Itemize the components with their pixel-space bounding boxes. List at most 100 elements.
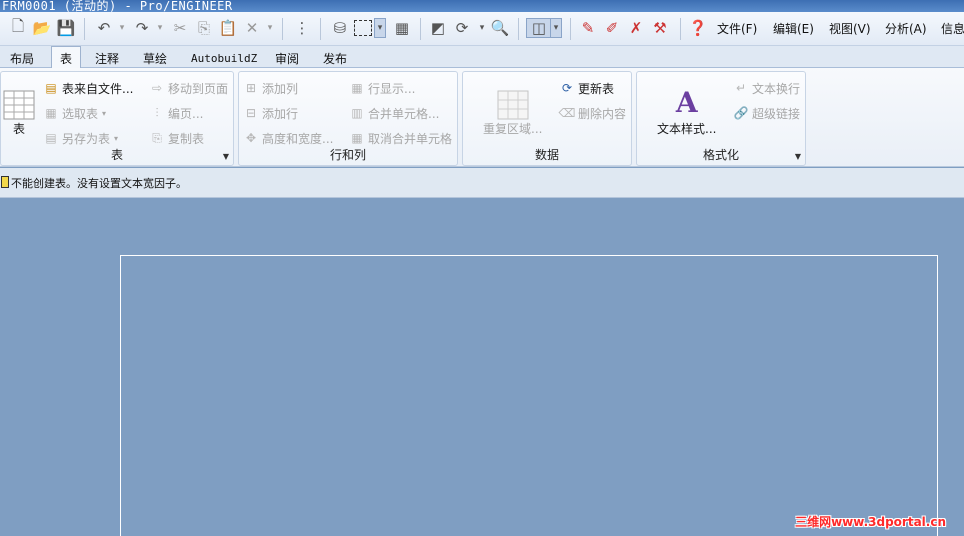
group-rows-columns-title: 行和列 bbox=[329, 148, 366, 162]
copy-table-label: 复制表 bbox=[168, 131, 205, 146]
wrap-text-button[interactable]: ↵ 文本换行 bbox=[733, 77, 800, 99]
paginate-label: 编页... bbox=[168, 106, 204, 121]
delete-content-button[interactable]: ⌫ 删除内容 bbox=[558, 102, 627, 124]
toolbar-separator bbox=[518, 18, 519, 40]
save-as-table-label: 另存为表 bbox=[62, 131, 111, 146]
repaint-icon[interactable]: ◩ bbox=[428, 18, 448, 38]
repeat-region-button[interactable]: 重复区域... bbox=[483, 90, 542, 137]
menu-view[interactable]: 视图(V) bbox=[829, 20, 871, 37]
add-column-button[interactable]: ⊞ 添加列 bbox=[243, 77, 298, 99]
select-filter-icon[interactable]: ▦ bbox=[392, 18, 412, 38]
model-tree-icon[interactable]: ⋮ bbox=[292, 18, 312, 38]
erase-icon[interactable]: ✎ bbox=[578, 18, 598, 38]
find-binoculars-icon[interactable]: ⛁ bbox=[330, 18, 350, 38]
warning-icon bbox=[1, 176, 9, 188]
open-folder-icon[interactable]: 📂 bbox=[32, 18, 52, 38]
repeat-region-icon bbox=[497, 90, 529, 120]
select-table-button[interactable]: ▦ 选取表 ▾ bbox=[43, 102, 106, 124]
wrap-text-label: 文本换行 bbox=[752, 81, 801, 96]
merge-cells-label: 合并单元格... bbox=[368, 106, 440, 121]
hyperlink-button[interactable]: 🔗 超级链接 bbox=[733, 102, 801, 124]
drawing-sheet-border bbox=[120, 255, 938, 536]
table-from-file-label: 表来自文件... bbox=[62, 81, 134, 96]
redo-icon[interactable]: ↷ bbox=[132, 18, 152, 38]
height-width-icon: ✥ bbox=[245, 131, 257, 145]
add-row-label: 添加行 bbox=[262, 106, 299, 121]
tab-publish[interactable]: 发布 bbox=[323, 49, 347, 68]
add-row-button[interactable]: ⊟ 添加行 bbox=[243, 102, 298, 124]
repeat-region-label: 重复区域... bbox=[483, 122, 543, 136]
menu-analysis[interactable]: 分析(A) bbox=[885, 20, 927, 37]
display-style-icon[interactable]: ◫ bbox=[526, 18, 552, 38]
toolbar-separator bbox=[420, 18, 421, 40]
paste-icon[interactable]: 📋 bbox=[218, 18, 238, 38]
paginate-button[interactable]: ⫶ 编页... bbox=[149, 102, 203, 124]
drawing-canvas[interactable]: 三维网www.3dportal.cn bbox=[0, 199, 964, 536]
title-bar: FRM0001 (活动的) - Pro/ENGINEER bbox=[0, 0, 964, 12]
tab-layout[interactable]: 布局 bbox=[10, 49, 34, 68]
row-display-button[interactable]: ▦ 行显示... bbox=[349, 77, 415, 99]
delete-dropdown-icon[interactable]: ▾ bbox=[260, 18, 280, 38]
show-annotations-icon[interactable]: ✐ bbox=[602, 18, 622, 38]
move-to-page-label: 移动到页面 bbox=[168, 81, 229, 96]
redo-dropdown-icon[interactable]: ▾ bbox=[150, 18, 170, 38]
ribbon: 表 ▤ 表来自文件... ▦ 选取表 ▾ ▤ 另存为表 ▾ ⇨ 移动到页面 ⫶ … bbox=[0, 68, 964, 167]
box-select-icon[interactable] bbox=[354, 20, 372, 36]
copy-icon[interactable]: ⎘ bbox=[194, 18, 214, 38]
text-style-button[interactable]: A 文本样式... bbox=[657, 86, 716, 137]
text-style-label: 文本样式... bbox=[657, 122, 717, 136]
menu-file[interactable]: 文件(F) bbox=[717, 20, 757, 37]
select-table-label: 选取表 bbox=[62, 106, 99, 121]
cut-icon[interactable]: ✂ bbox=[170, 18, 190, 38]
eraser-icon: ⌫ bbox=[558, 106, 576, 120]
group-rows-columns: ⊞ 添加列 ⊟ 添加行 ✥ 高度和宽度... ▦ 行显示... ▥ 合并单元格.… bbox=[238, 71, 458, 166]
clear-all-icon[interactable]: ⚒ bbox=[650, 18, 670, 38]
height-width-label: 高度和宽度... bbox=[262, 131, 334, 146]
delete-content-label: 删除内容 bbox=[578, 106, 627, 121]
move-to-page-button[interactable]: ⇨ 移动到页面 bbox=[149, 77, 228, 99]
tab-annotate[interactable]: 注释 bbox=[95, 49, 119, 68]
table-from-file-button[interactable]: ▤ 表来自文件... bbox=[43, 77, 133, 99]
tab-table[interactable]: 表 bbox=[51, 46, 82, 69]
update-table-icon: ⟳ bbox=[561, 81, 573, 95]
group-data-title: 数据 bbox=[534, 148, 559, 162]
undo-dropdown-icon[interactable]: ▾ bbox=[112, 18, 132, 38]
add-row-icon: ⊟ bbox=[245, 106, 257, 120]
hyperlink-label: 超级链接 bbox=[752, 106, 801, 121]
tab-sketch[interactable]: 草绘 bbox=[143, 49, 167, 68]
context-help-icon[interactable]: ❓ bbox=[688, 18, 708, 38]
ribbon-tabs: 布局 表 注释 草绘 AutobuildZ 审阅 发布 bbox=[0, 46, 964, 69]
unmerge-cells-icon: ▦ bbox=[351, 131, 363, 145]
group-data: 重复区域... ⟳ 更新表 ⌫ 删除内容 数据 bbox=[462, 71, 632, 166]
update-table-button[interactable]: ⟳ 更新表 bbox=[559, 77, 614, 99]
zoom-icon[interactable]: 🔍 bbox=[490, 18, 510, 38]
delete-icon[interactable]: ✕ bbox=[242, 18, 262, 38]
add-column-icon: ⊞ bbox=[245, 81, 257, 95]
move-to-page-icon: ⇨ bbox=[151, 81, 163, 95]
save-as-table-icon: ▤ bbox=[45, 131, 57, 145]
save-icon[interactable]: 💾 bbox=[56, 18, 76, 38]
insert-table-label: 表 bbox=[12, 122, 25, 136]
table-from-file-icon: ▤ bbox=[45, 81, 57, 95]
regenerate-dropdown-icon[interactable]: ▾ bbox=[472, 18, 492, 38]
insert-table-button[interactable]: 表 bbox=[3, 90, 35, 137]
status-message: 不能创建表。没有设置文本宽因子。 bbox=[11, 177, 187, 190]
tab-review[interactable]: 审阅 bbox=[275, 49, 299, 68]
undo-icon[interactable]: ↶ bbox=[94, 18, 114, 38]
paginate-icon: ⫶ bbox=[155, 105, 159, 120]
menu-edit[interactable]: 编辑(E) bbox=[773, 20, 814, 37]
message-bar: 不能创建表。没有设置文本宽因子。 bbox=[0, 168, 964, 198]
window-title: FRM0001 (活动的) - Pro/ENGINEER bbox=[2, 0, 233, 12]
tab-autobuildz[interactable]: AutobuildZ bbox=[191, 49, 257, 68]
row-display-label: 行显示... bbox=[368, 81, 416, 96]
new-file-icon[interactable]: 🗋 bbox=[8, 17, 28, 38]
watermark-text: 三维网www.3dportal.cn bbox=[795, 515, 946, 529]
display-style-dropdown-icon[interactable]: ▾ bbox=[550, 18, 562, 38]
group-format-expand-icon[interactable]: ▼ bbox=[795, 152, 801, 161]
erase-annotations-icon[interactable]: ✗ bbox=[626, 18, 646, 38]
select-dropdown-icon[interactable]: ▾ bbox=[374, 18, 386, 38]
merge-cells-button[interactable]: ▥ 合并单元格... bbox=[349, 102, 439, 124]
group-table-expand-icon[interactable]: ▼ bbox=[223, 152, 229, 161]
regenerate-icon[interactable]: ⟳ bbox=[452, 18, 472, 38]
menu-info[interactable]: 信息 bbox=[941, 20, 964, 37]
